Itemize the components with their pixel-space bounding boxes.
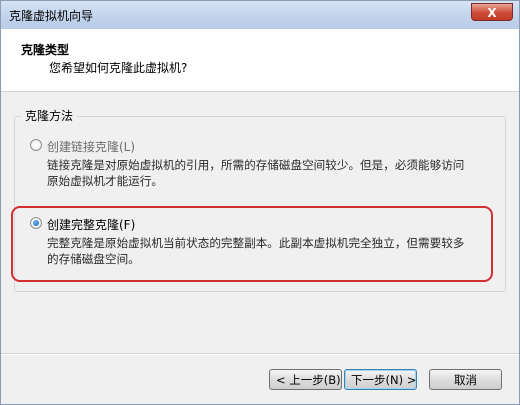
page-subtitle: 您希望如何克隆此虚拟机?: [49, 61, 188, 75]
annotation-highlight-box: [11, 206, 493, 282]
cancel-button[interactable]: 取消: [429, 369, 502, 390]
clone-method-group-label: 克隆方法: [21, 107, 78, 124]
linked-clone-radio[interactable]: [30, 139, 42, 151]
clone-wizard-window: 克隆虚拟机向导 X 克隆类型 您希望如何克隆此虚拟机? 克隆方法 创建链接克隆(…: [0, 0, 520, 405]
wizard-header: 克隆类型 您希望如何克隆此虚拟机?: [1, 29, 519, 92]
page-title: 克隆类型: [21, 43, 70, 57]
footer-divider: [1, 353, 519, 355]
linked-clone-label[interactable]: 创建链接克隆(L): [47, 138, 135, 155]
next-button[interactable]: 下一步(N) >: [344, 369, 417, 390]
title-bar[interactable]: 克隆虚拟机向导 X: [1, 1, 519, 29]
back-button[interactable]: < 上一步(B): [269, 369, 342, 390]
window-title: 克隆虚拟机向导: [9, 9, 94, 23]
linked-clone-description: 链接克隆是对原始虚拟机的引用，所需的存储磁盘空间较少。但是，必须能够访问原始虚拟…: [47, 158, 465, 188]
close-button[interactable]: X: [471, 3, 513, 21]
close-icon: X: [487, 6, 497, 20]
